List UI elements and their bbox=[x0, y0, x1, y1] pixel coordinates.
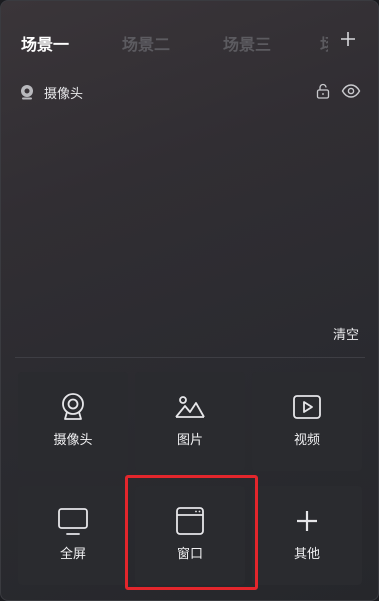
add-window-button[interactable]: 窗口 bbox=[135, 486, 245, 585]
tab-scene-4-partial[interactable]: 场 bbox=[320, 31, 328, 55]
tile-label: 图片 bbox=[176, 433, 203, 448]
scene-panel: 场景一 场景二 场景三 场 摄像头 清空 bbox=[0, 0, 379, 601]
image-icon bbox=[175, 396, 205, 418]
plus-icon[interactable] bbox=[337, 28, 359, 50]
plus-icon bbox=[297, 511, 317, 531]
tile-label: 摄像头 bbox=[53, 433, 93, 448]
clear-button[interactable]: 清空 bbox=[333, 324, 359, 343]
tile-label: 全屏 bbox=[59, 547, 86, 562]
add-image-button[interactable]: 图片 bbox=[135, 372, 245, 471]
camera-icon bbox=[21, 85, 33, 100]
divider bbox=[15, 357, 365, 358]
video-icon bbox=[293, 395, 321, 419]
tab-scene-1[interactable]: 场景一 bbox=[21, 31, 69, 55]
tab-scene-2[interactable]: 场景二 bbox=[122, 31, 170, 55]
add-video-button[interactable]: 视频 bbox=[252, 372, 362, 471]
webcam-icon bbox=[62, 393, 84, 420]
add-camera-button[interactable]: 摄像头 bbox=[18, 372, 128, 471]
add-other-button[interactable]: 其他 bbox=[252, 486, 362, 585]
scene-tabs: 场景一 场景二 场景三 场 bbox=[1, 1, 378, 79]
tab-scene-3[interactable]: 场景三 bbox=[223, 31, 271, 55]
source-label: 摄像头 bbox=[44, 87, 84, 102]
eye-icon[interactable] bbox=[341, 83, 361, 99]
tile-label: 窗口 bbox=[176, 547, 203, 562]
tile-label: 其他 bbox=[293, 547, 320, 562]
unlock-icon[interactable] bbox=[315, 83, 331, 99]
tile-label: 视频 bbox=[293, 433, 320, 448]
window-icon bbox=[176, 507, 204, 535]
source-item-camera[interactable]: 摄像头 bbox=[1, 79, 378, 105]
add-fullscreen-button[interactable]: 全屏 bbox=[18, 486, 128, 585]
monitor-icon bbox=[58, 508, 88, 535]
